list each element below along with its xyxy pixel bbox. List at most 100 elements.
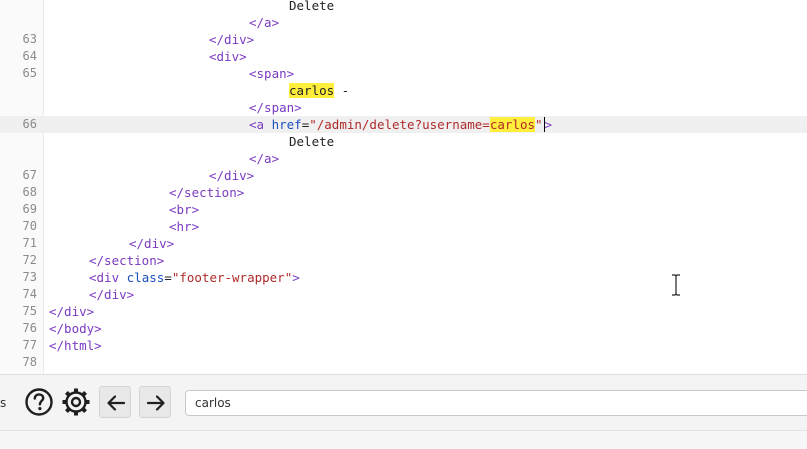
code-line[interactable]: </a> — [0, 14, 807, 31]
line-number: 66 — [22, 117, 37, 131]
token-tag: </div> — [89, 287, 135, 302]
token-tag: <div — [89, 270, 127, 285]
code-editor[interactable]: Delete </a> 63 </div> 64 <div> 65 <span> carlos … — [0, 0, 807, 374]
code-text: </html> — [49, 337, 102, 354]
code-text: <br> — [169, 201, 199, 218]
code-line-current[interactable]: 66 <a href="/admin/delete?username=carlos… — [0, 116, 807, 133]
code-line[interactable]: 72 </section> — [0, 252, 807, 269]
code-text: </span> — [249, 99, 302, 116]
code-line[interactable]: 77 </html> — [0, 337, 807, 354]
code-line[interactable]: 63 </div> — [0, 31, 807, 48]
gear-icon[interactable] — [60, 386, 92, 418]
code-line[interactable]: 76 </body> — [0, 320, 807, 337]
back-button[interactable] — [99, 386, 131, 418]
token-hltext: carlos — [289, 83, 335, 98]
status-bar — [0, 430, 807, 449]
token-attr: class — [126, 270, 165, 285]
line-number: 73 — [22, 270, 37, 284]
line-number: 69 — [22, 202, 37, 216]
line-number: 68 — [22, 185, 37, 199]
token-attr: href — [271, 117, 302, 132]
truncated-label: s — [0, 396, 7, 410]
code-line[interactable]: carlos - — [0, 82, 807, 99]
token-text: = — [164, 270, 172, 285]
search-toolbar: s — [0, 374, 807, 431]
line-number: 76 — [22, 321, 37, 335]
token-tag: <br> — [169, 202, 200, 217]
code-line[interactable]: </span> — [0, 99, 807, 116]
code-text: <a href="/admin/delete?username=carlos" > — [249, 116, 553, 133]
code-text: Delete — [289, 0, 334, 14]
code-line[interactable]: 73 <div class="footer-wrapper"> — [0, 269, 807, 286]
token-tag: </div> — [209, 168, 255, 183]
arrow-right-icon — [146, 395, 165, 411]
line-number: 72 — [22, 253, 37, 267]
code-line[interactable]: Delete — [0, 0, 807, 14]
code-text: <div class="footer-wrapper"> — [89, 269, 300, 286]
help-circle-icon[interactable] — [23, 386, 55, 418]
code-text: <span> — [249, 65, 294, 82]
line-number: 75 — [22, 304, 37, 318]
arrow-left-icon — [107, 395, 126, 411]
token-tag: <hr> — [169, 219, 200, 234]
line-number: 74 — [22, 287, 37, 301]
token-tag: </html> — [49, 338, 102, 353]
line-number: 63 — [22, 32, 37, 46]
line-number: 71 — [22, 236, 37, 250]
token-tag: </a> — [249, 15, 280, 30]
token-tag: > — [292, 270, 300, 285]
forward-button[interactable] — [139, 386, 171, 418]
code-text: </body> — [49, 320, 102, 337]
search-input[interactable] — [185, 390, 807, 416]
token-caret: > — [543, 117, 553, 132]
code-text: </div> — [89, 286, 134, 303]
line-number: 65 — [22, 66, 37, 80]
line-number: 64 — [22, 49, 37, 63]
token-str: "/admin/delete?username= — [309, 117, 490, 132]
token-str: "footer-wrapper" — [171, 270, 293, 285]
token-tag: </div> — [209, 32, 255, 47]
line-number: 70 — [22, 219, 37, 233]
token-tag: </div> — [49, 304, 95, 319]
token-tag: </section> — [89, 253, 165, 268]
token-text: - — [334, 83, 350, 98]
token-tag: <span> — [249, 66, 295, 81]
code-line[interactable]: </a> — [0, 150, 807, 167]
token-text: Delete — [289, 134, 335, 149]
token-tag: </a> — [249, 151, 280, 166]
text-cursor-ibeam-icon — [672, 274, 680, 296]
token-tag: </div> — [129, 236, 175, 251]
line-number: 67 — [22, 168, 37, 182]
code-line[interactable]: 70 <hr> — [0, 218, 807, 235]
code-line[interactable]: Delete — [0, 133, 807, 150]
code-line[interactable]: 78 — [0, 354, 807, 371]
token-str: " — [535, 117, 543, 132]
code-text: carlos - — [289, 82, 349, 99]
token-tag: <a — [249, 117, 272, 132]
code-line[interactable]: 75 </div> — [0, 303, 807, 320]
token-tag: </section> — [169, 185, 245, 200]
code-text: </div> — [209, 31, 254, 48]
token-tag: </span> — [249, 100, 302, 115]
code-text: </div> — [49, 303, 94, 320]
token-text: Delete — [289, 0, 335, 13]
code-line[interactable]: 64 <div> — [0, 48, 807, 65]
token-tag: </body> — [49, 321, 102, 336]
code-line[interactable]: 69 <br> — [0, 201, 807, 218]
line-number: 77 — [22, 338, 37, 352]
token-tag: <div> — [209, 49, 247, 64]
code-text: </div> — [129, 235, 174, 252]
code-line[interactable]: 65 <span> — [0, 65, 807, 82]
code-text: </div> — [209, 167, 254, 184]
code-text: </a> — [249, 150, 279, 167]
code-text: </section> — [89, 252, 164, 269]
code-line[interactable]: 71 </div> — [0, 235, 807, 252]
code-line[interactable]: 74 </div> — [0, 286, 807, 303]
code-text: </a> — [249, 14, 279, 31]
code-line[interactable]: 68 </section> — [0, 184, 807, 201]
code-text: Delete — [289, 133, 334, 150]
code-text: <div> — [209, 48, 247, 65]
line-number: 78 — [22, 355, 37, 369]
code-line[interactable]: 67 </div> — [0, 167, 807, 184]
code-text: </section> — [169, 184, 244, 201]
